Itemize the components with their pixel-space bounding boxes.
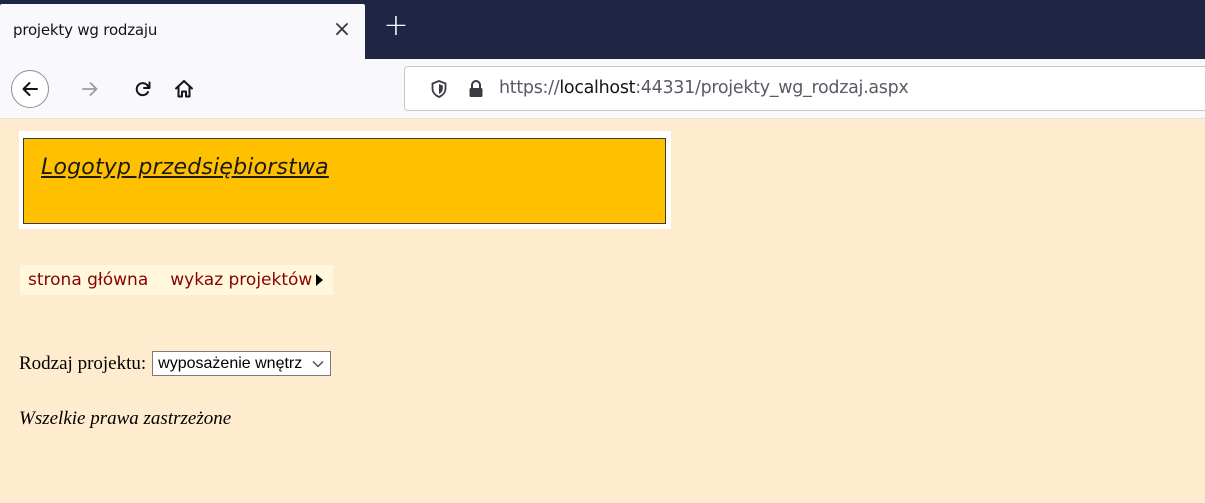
logo-banner: Logotyp przedsiębiorstwa xyxy=(23,138,666,224)
reload-icon xyxy=(135,81,151,97)
project-type-form: Rodzaj projektu: wyposażenie wnętrz xyxy=(19,351,332,376)
browser-nav-bar: https://localhost:44331/projekty_wg_rodz… xyxy=(0,59,1205,119)
url-host: localhost xyxy=(559,78,636,98)
site-security-button[interactable] xyxy=(467,79,485,99)
new-tab-icon[interactable]: + xyxy=(381,8,411,43)
menu-item-projects[interactable]: wykaz projektów xyxy=(170,270,312,290)
url-bar[interactable]: https://localhost:44331/projekty_wg_rodz… xyxy=(404,66,1205,111)
forward-button[interactable] xyxy=(74,73,106,105)
close-tab-icon[interactable]: × xyxy=(330,17,354,42)
lock-icon xyxy=(469,80,483,97)
browser-tab[interactable]: projekty wg rodzaju × xyxy=(0,4,365,59)
header-frame: Logotyp przedsiębiorstwa xyxy=(19,131,671,229)
tab-title: projekty wg rodzaju xyxy=(13,21,158,39)
logo-link[interactable]: Logotyp przedsiębiorstwa xyxy=(41,155,329,180)
url-text: https://localhost:44331/projekty_wg_rodz… xyxy=(499,78,909,98)
forward-arrow-icon xyxy=(82,82,98,96)
url-scheme: https:// xyxy=(499,78,560,98)
footer-copyright: Wszelkie prawa zastrzeżone xyxy=(19,408,232,429)
main-menu: strona główna wykaz projektów xyxy=(20,265,334,295)
home-icon xyxy=(175,80,193,98)
tracking-protection-button[interactable] xyxy=(429,79,449,99)
chevron-down-icon xyxy=(312,360,324,368)
back-arrow-icon xyxy=(22,82,38,96)
shield-icon xyxy=(431,80,447,98)
back-button[interactable] xyxy=(11,70,49,108)
page-content: Logotyp przedsiębiorstwa strona główna w… xyxy=(0,119,1205,503)
submenu-arrow-icon xyxy=(316,274,324,286)
menu-item-home[interactable]: strona główna xyxy=(28,270,148,290)
project-type-label: Rodzaj projektu: xyxy=(19,352,147,374)
reload-button[interactable] xyxy=(127,73,159,105)
home-button[interactable] xyxy=(168,73,200,105)
browser-tab-strip: projekty wg rodzaju × + xyxy=(0,0,1205,59)
project-type-select[interactable]: wyposażenie wnętrz xyxy=(152,351,332,376)
url-path: :44331/projekty_wg_rodzaj.aspx xyxy=(635,78,909,98)
select-value: wyposażenie wnętrz xyxy=(158,354,303,372)
